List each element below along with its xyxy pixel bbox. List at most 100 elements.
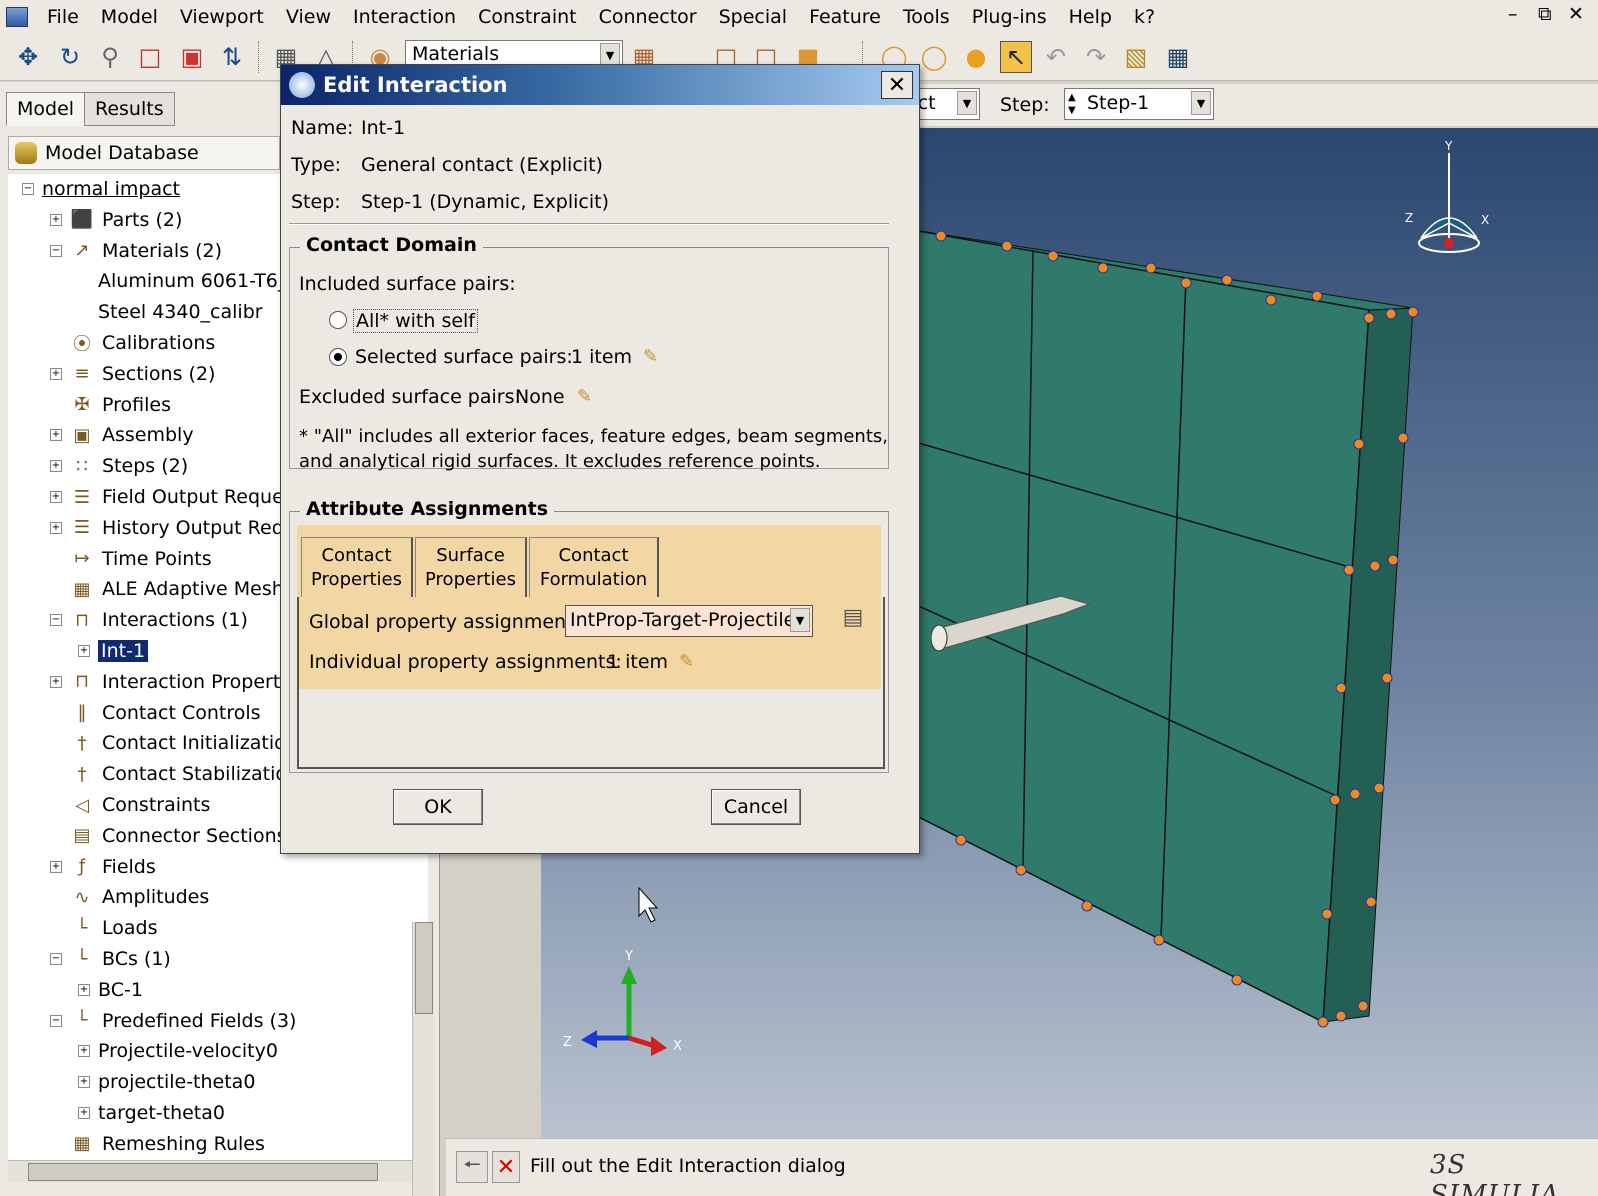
expand-toggle-icon[interactable]: + (50, 675, 62, 688)
tree-item[interactable]: † Contact Stabilizatior (50, 759, 295, 789)
tree-item[interactable]: + ☰ History Output Requ (50, 513, 296, 543)
tree-item[interactable]: + BC-1 (78, 975, 143, 1005)
expand-toggle-icon[interactable]: + (50, 521, 62, 534)
box-zoom-icon[interactable]: □ (134, 41, 166, 73)
tree-item[interactable]: + projectile-theta0 (78, 1067, 255, 1097)
model-database-combo[interactable]: Model Database (8, 136, 280, 170)
tree-item[interactable]: └ Loads (50, 913, 158, 943)
app-icon[interactable] (6, 6, 28, 27)
expand-toggle-icon[interactable]: + (50, 860, 62, 873)
tree-item[interactable]: − └ BCs (1) (50, 944, 171, 974)
tree-item[interactable]: + target-theta0 (78, 1098, 225, 1128)
create-property-icon[interactable]: ▤ (839, 605, 867, 633)
tree-item[interactable]: + Int-1 (78, 636, 149, 666)
close-window-icon[interactable]: ✕ (1568, 3, 1584, 25)
tab-contact-properties[interactable]: Contact Properties (301, 537, 413, 597)
cancel-button[interactable]: Cancel (711, 789, 801, 825)
selected-pairs-radio[interactable] (329, 348, 347, 366)
back-arrow-icon[interactable]: 🠔 (456, 1151, 488, 1183)
expand-toggle-icon[interactable]: + (50, 367, 62, 380)
chevron-down-icon[interactable]: ▼ (790, 608, 810, 632)
tree-item[interactable]: − └ Predefined Fields (3) (50, 1006, 296, 1036)
expand-toggle-icon[interactable]: − (22, 183, 34, 195)
tree-item[interactable]: ▦ Remeshing Rules (50, 1129, 264, 1159)
tree-item[interactable]: ∿ Amplitudes (50, 882, 209, 912)
boolean-intersect-icon[interactable]: ◯ (918, 41, 950, 73)
step-combo[interactable]: ▲ ▼ Step-1 ▼ (1064, 88, 1214, 120)
tree-item[interactable]: + ≡ Sections (2) (50, 359, 215, 389)
step-spinner-icon[interactable]: ▲ ▼ (1068, 91, 1076, 117)
scroll-thumb[interactable] (28, 1163, 378, 1181)
menu-item-special[interactable]: Special (708, 6, 798, 28)
edit-individual-property-icon[interactable]: ✎ (679, 651, 694, 672)
tree-icon[interactable]: ▦ (1162, 41, 1194, 73)
tree-item[interactable]: − ⊓ Interactions (1) (50, 605, 248, 635)
tab-surface-properties[interactable]: Surface Properties (415, 537, 527, 597)
tab-results[interactable]: Results (84, 92, 175, 126)
tree-item[interactable]: ↦ Time Points (50, 544, 211, 574)
restore-icon[interactable]: ⧉ (1538, 3, 1552, 25)
tab-contact-formulation[interactable]: Contact Formulation (529, 537, 659, 597)
scroll-thumb[interactable] (415, 922, 433, 1014)
expand-toggle-icon[interactable]: + (50, 491, 62, 503)
expand-toggle-icon[interactable]: + (50, 429, 62, 442)
tree-item[interactable]: + ⊓ Interaction Properti (50, 667, 286, 697)
redo-icon[interactable]: ↷ (1080, 41, 1112, 73)
ok-button[interactable]: OK (393, 789, 483, 825)
menu-item-view[interactable]: View (275, 6, 342, 28)
menu-item-file[interactable]: File (36, 6, 90, 28)
cancel-procedure-icon[interactable]: ✕ (492, 1151, 520, 1183)
menu-item-viewport[interactable]: Viewport (169, 6, 275, 28)
tree-item[interactable]: + ƒ Fields (50, 852, 156, 882)
expand-toggle-icon[interactable]: + (78, 1107, 90, 1119)
tree-item[interactable]: + ▣ Assembly (50, 420, 194, 450)
dialog-titlebar[interactable]: Edit Interaction ✕ (281, 65, 919, 105)
tree-item[interactable]: ‖ Contact Controls (50, 698, 261, 728)
tree-item[interactable]: + ⬛ Parts (2) (50, 205, 182, 235)
rotate-icon[interactable]: ↻ (54, 41, 86, 73)
menu-item-connector[interactable]: Connector (588, 6, 708, 28)
menu-item-plug-ins[interactable]: Plug-ins (961, 6, 1058, 28)
close-icon[interactable]: ✕ (881, 71, 913, 99)
expand-toggle-icon[interactable]: − (50, 244, 62, 257)
tree-item[interactable]: Steel 4340_calibr (78, 297, 263, 327)
tree-item[interactable]: + ☰ Field Output Reques (50, 482, 294, 512)
menu-item-model[interactable]: Model (90, 6, 169, 28)
tree-item[interactable]: ▤ Connector Sections (50, 821, 286, 851)
auto-fit-icon[interactable]: ▣ (176, 41, 208, 73)
edit-excluded-pairs-icon[interactable]: ✎ (577, 386, 592, 407)
menu-item-tools[interactable]: Tools (892, 6, 961, 28)
expand-toggle-icon[interactable]: − (50, 1014, 62, 1027)
menu-item-constraint[interactable]: Constraint (467, 6, 588, 28)
expand-toggle-icon[interactable]: + (78, 983, 90, 996)
expand-toggle-icon[interactable]: − (50, 614, 62, 627)
tree-item[interactable]: ▦ ALE Adaptive Mesh (50, 574, 283, 604)
global-property-select[interactable]: IntProp-Target-Projectile ▼ (565, 605, 813, 637)
expand-toggle-icon[interactable]: + (78, 645, 90, 657)
tab-model[interactable]: Model (6, 92, 86, 126)
tree-item[interactable]: − normal impact (22, 174, 180, 204)
undo-icon[interactable]: ↶ (1040, 41, 1072, 73)
expand-toggle-icon[interactable]: − (50, 953, 62, 965)
tree-item[interactable]: ✠ Profiles (50, 390, 171, 420)
menu-item-help[interactable]: Help (1058, 6, 1123, 28)
tree-item[interactable]: † Contact Initializatior (50, 728, 294, 758)
tree-item[interactable]: ◁ Constraints (50, 790, 210, 820)
all-with-self-label[interactable]: All* with self (353, 309, 479, 333)
edit-selected-pairs-icon[interactable]: ✎ (643, 346, 658, 367)
pan-icon[interactable]: ✥ (12, 41, 44, 73)
expand-toggle-icon[interactable]: + (50, 460, 62, 473)
menu-item-k[interactable]: k? (1123, 6, 1166, 28)
tree-vertical-scrollbar[interactable] (412, 922, 434, 1196)
expand-toggle-icon[interactable]: + (78, 1076, 90, 1089)
expand-toggle-icon[interactable]: + (50, 213, 62, 226)
tree-item[interactable]: ⦿ Calibrations (50, 328, 215, 358)
expand-toggle-icon[interactable]: + (78, 1045, 90, 1058)
query-tool-icon[interactable]: ↖ (1000, 41, 1032, 73)
tree-item[interactable]: + Projectile-velocity0 (78, 1036, 278, 1066)
zoom-icon[interactable]: ⚲ (94, 41, 126, 73)
manager-icon[interactable]: ▧ (1120, 41, 1152, 73)
menu-item-feature[interactable]: Feature (798, 6, 892, 28)
cycle-views-icon[interactable]: ⇅ (216, 41, 248, 73)
menu-item-interaction[interactable]: Interaction (342, 6, 467, 28)
